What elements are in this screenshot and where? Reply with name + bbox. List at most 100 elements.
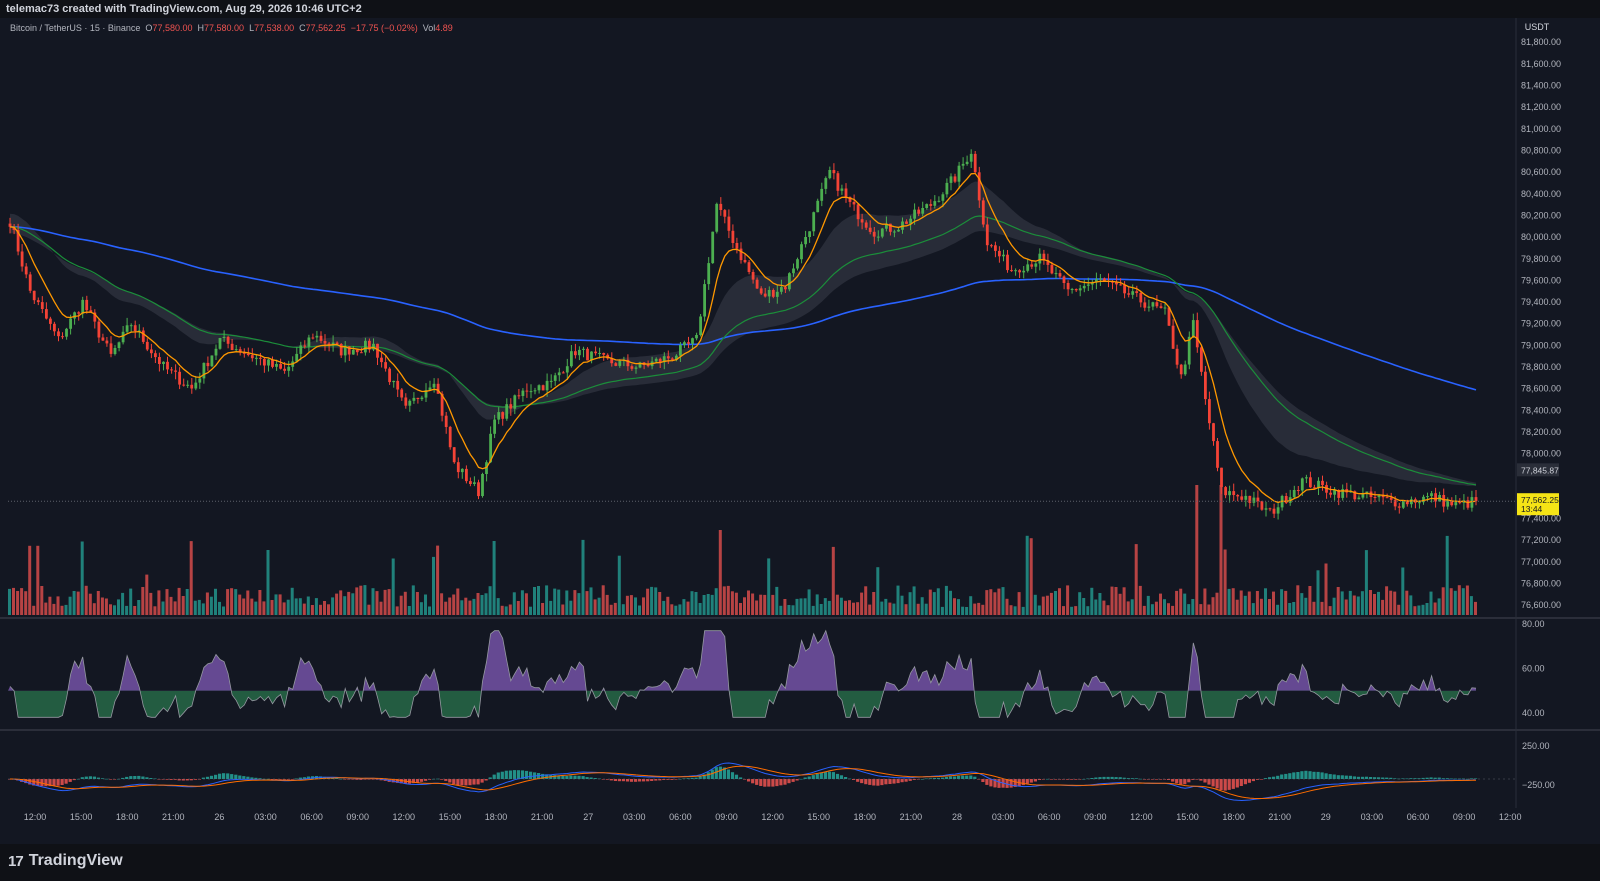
macd-hist-bar (1292, 772, 1296, 779)
macd-hist-bar (856, 779, 860, 782)
volume-bar (238, 594, 242, 615)
volume-bar (1078, 592, 1082, 615)
macd-hist-bar (787, 779, 791, 784)
candle-body (1026, 264, 1030, 271)
candle-body (1131, 291, 1135, 295)
volume-bar (1300, 593, 1304, 615)
volume-bar (783, 599, 787, 615)
candle-body (751, 272, 755, 280)
volume-bar (1195, 485, 1199, 615)
candle-body (1333, 490, 1336, 495)
volume-bar (613, 602, 617, 615)
candle-body (1099, 278, 1102, 280)
price-tick-label: 78,400.00 (1521, 405, 1561, 415)
volume-bar (609, 604, 613, 615)
tradingview-brand[interactable]: 17 TradingView (8, 852, 123, 870)
macd-hist-bar (218, 773, 222, 779)
price-tick-label: 78,600.00 (1521, 384, 1561, 394)
candle-body (1224, 487, 1227, 496)
volume-bar (1207, 604, 1211, 615)
candle-body (477, 482, 480, 497)
time-tick-label: 03:00 (992, 812, 1015, 822)
volume-bar (835, 594, 839, 615)
candle-body (174, 370, 177, 372)
volume-bar (569, 600, 573, 615)
volume-bar (997, 588, 1001, 615)
volume-bar (444, 601, 448, 615)
candle-body (335, 342, 339, 344)
volume-bar (730, 591, 734, 615)
volume-bar (1308, 586, 1312, 615)
candle-body (125, 325, 129, 332)
macd-hist-bar (1328, 774, 1332, 779)
volume-bar (969, 596, 973, 615)
candle-body (97, 321, 101, 338)
macd-tick-label: −250.00 (1522, 780, 1555, 790)
volume-bar (1130, 599, 1134, 615)
candle-body (222, 336, 226, 338)
time-tick-label: 03:00 (254, 812, 277, 822)
candle-body (404, 397, 408, 406)
volume-bar (68, 596, 72, 615)
candle-body (299, 345, 303, 354)
candle-body (691, 338, 694, 344)
candle-body (933, 201, 937, 206)
price-tick-label: 77,000.00 (1521, 557, 1561, 567)
candle-body (913, 209, 916, 219)
macd-hist-bar (1223, 779, 1227, 791)
candle-body (1389, 497, 1393, 500)
candle-body (800, 244, 803, 260)
macd-hist-bar (452, 779, 456, 784)
candle-body (1135, 291, 1139, 293)
volume-bar (537, 586, 540, 615)
chart-area[interactable]: USDT 81,800.00 81,600.00 81,400.00 81,200.00… (0, 18, 1600, 844)
candle-body (1147, 306, 1151, 308)
volume-bar (492, 541, 496, 615)
candle-body (1426, 496, 1429, 498)
symbol-label[interactable]: Bitcoin / TetherUS · 15 · Binance (10, 23, 140, 33)
price-tick-label: 76,800.00 (1521, 579, 1561, 589)
macd-hist-bar (553, 775, 557, 779)
volume-bar (379, 601, 383, 615)
macd-hist-bar (783, 779, 787, 785)
candle-body (57, 331, 60, 337)
volume-bar (1033, 594, 1037, 615)
macd-hist-bar (726, 769, 730, 779)
macd-hist-bar (456, 779, 460, 786)
volume-bar (48, 596, 52, 615)
candle-body (214, 348, 218, 356)
volume-bar (1183, 593, 1187, 615)
volume-bar (504, 606, 508, 615)
volume-bar (714, 588, 718, 615)
volume-bar (1106, 605, 1110, 615)
candle-body (388, 368, 391, 383)
chart-background (0, 18, 1600, 844)
candle-body (965, 161, 969, 164)
volume-bar (1429, 591, 1433, 615)
time-tick-label: 12:00 (1130, 812, 1153, 822)
macd-hist-bar (1247, 779, 1251, 783)
macd-hist-bar (900, 779, 904, 783)
candle-body (384, 362, 387, 369)
candle-body (679, 345, 682, 356)
candle-body (186, 384, 190, 386)
volume-bar (940, 606, 944, 615)
chart-svg[interactable]: USDT 81,800.00 81,600.00 81,400.00 81,200.00… (0, 18, 1600, 844)
candle-body (501, 412, 505, 419)
volume-bar (149, 592, 153, 615)
macd-hist-bar (1340, 775, 1344, 779)
volume-bar (76, 591, 80, 615)
volume-bar (1150, 604, 1154, 615)
change-value: −17.75 (−0.02%) (350, 23, 418, 33)
volume-bar (1029, 538, 1033, 615)
volume-bar (662, 600, 666, 615)
candle-body (1260, 501, 1264, 510)
candle-body (727, 216, 731, 231)
candle-body (448, 426, 452, 448)
volume-bar (109, 604, 112, 615)
candle-body (719, 203, 723, 210)
volume-bar (884, 598, 888, 615)
volume-bar (654, 587, 658, 615)
macd-hist-bar (884, 779, 888, 785)
volume-bar (1045, 595, 1049, 615)
